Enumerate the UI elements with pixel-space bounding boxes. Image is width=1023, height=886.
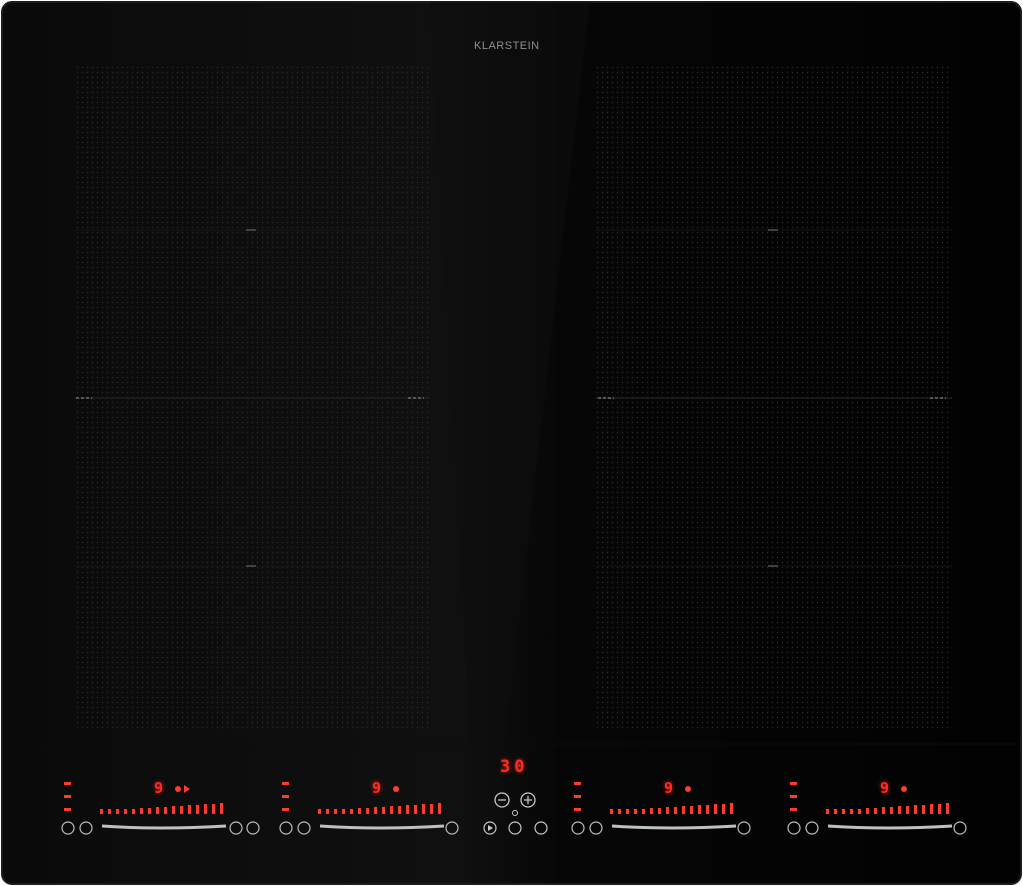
right-flex-zone: [596, 66, 952, 730]
zone-4-level-display: 9: [880, 779, 890, 797]
zone-2-level-display: 9: [372, 779, 382, 797]
heat-indicator-icon: [685, 786, 691, 792]
left-flex-zone: [74, 66, 430, 730]
zone-3-level-display: 9: [664, 779, 674, 797]
induction-hob: [1, 1, 1022, 885]
zone-1-level-display: 9: [154, 779, 164, 797]
heat-indicator-icon: [901, 786, 907, 792]
brand-logo: KLARSTEIN: [474, 40, 540, 52]
heat-indicator-icon: [393, 786, 399, 792]
timer-display: 30: [500, 757, 529, 777]
